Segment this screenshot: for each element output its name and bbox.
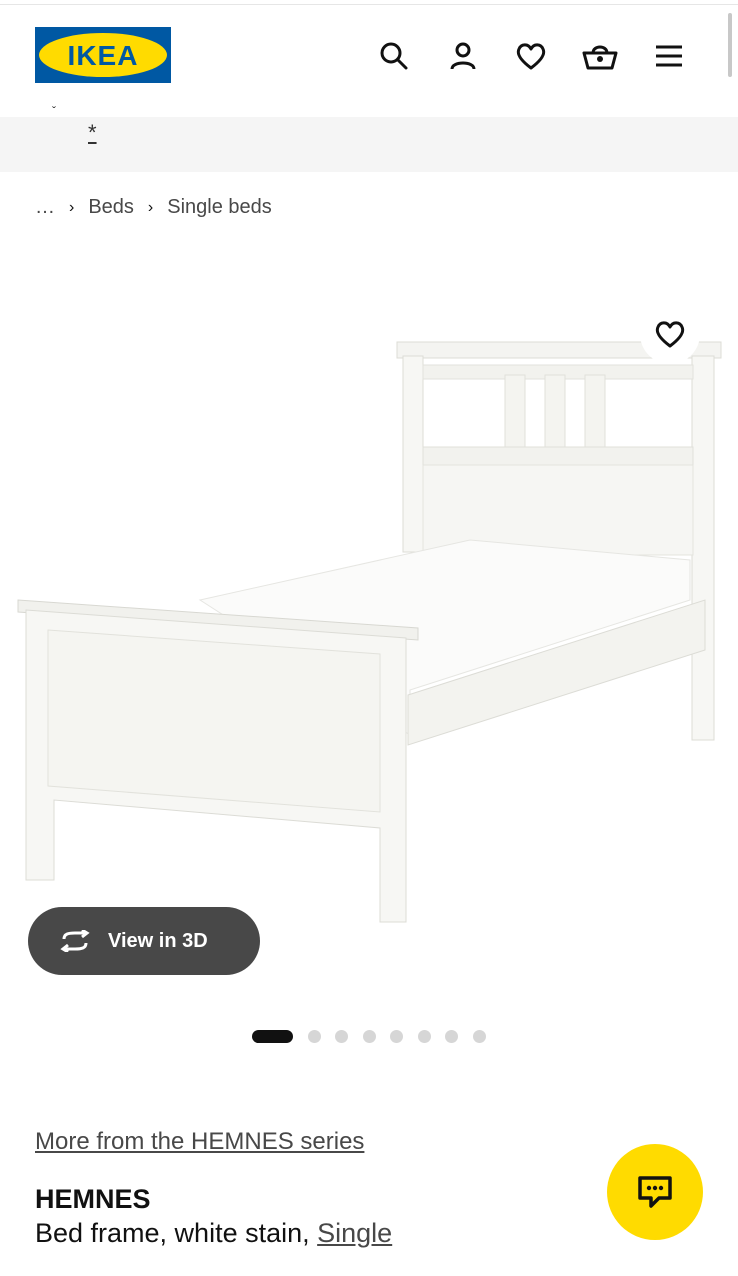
- heart-icon: [655, 321, 685, 348]
- chat-icon: [638, 1176, 672, 1208]
- product-image[interactable]: [0, 250, 738, 1010]
- rotate-3d-icon: [60, 930, 90, 952]
- heart-icon[interactable]: [513, 38, 549, 74]
- pagination-dot[interactable]: [362, 1030, 376, 1043]
- basket-icon[interactable]: [582, 38, 618, 74]
- breadcrumb-separator: ›: [69, 198, 75, 216]
- notice-banner: [0, 117, 738, 172]
- breadcrumb-beds[interactable]: Beds: [88, 196, 134, 219]
- ikea-logo[interactable]: IKEA: [35, 27, 171, 83]
- pagination-dot[interactable]: [252, 1030, 293, 1043]
- breadcrumb: … › Beds › Single beds: [35, 196, 272, 219]
- view-in-3d-button[interactable]: View in 3D: [28, 907, 260, 975]
- banner-asterisk-link[interactable]: *: [88, 120, 97, 146]
- pagination-dot[interactable]: [445, 1030, 458, 1043]
- banner-caret: ˇ: [52, 104, 56, 118]
- site-header: IKEA: [0, 5, 738, 117]
- pagination-dot[interactable]: [335, 1030, 348, 1043]
- search-icon[interactable]: [376, 38, 412, 74]
- breadcrumb-single-beds[interactable]: Single beds: [167, 196, 272, 219]
- pagination-dot[interactable]: [390, 1030, 403, 1043]
- image-pagination: [252, 1030, 500, 1043]
- scrollbar[interactable]: [728, 13, 732, 77]
- pagination-dot[interactable]: [472, 1030, 486, 1043]
- chat-button[interactable]: [607, 1144, 703, 1240]
- product-description: Bed frame, white stain, Single: [35, 1218, 392, 1249]
- menu-icon[interactable]: [651, 38, 687, 74]
- view-in-3d-label: View in 3D: [108, 929, 208, 952]
- user-icon[interactable]: [445, 38, 481, 74]
- save-to-list-button[interactable]: [640, 304, 700, 364]
- size-link[interactable]: Single: [317, 1218, 392, 1248]
- pagination-dot[interactable]: [417, 1030, 431, 1043]
- breadcrumb-separator: ›: [147, 198, 154, 216]
- product-description-text: Bed frame, white stain,: [35, 1218, 318, 1248]
- logo-text: IKEA: [68, 40, 139, 71]
- pagination-dot[interactable]: [307, 1030, 321, 1043]
- series-link[interactable]: More from the HEMNES series: [35, 1128, 364, 1156]
- product-name: HEMNES: [35, 1184, 151, 1214]
- breadcrumb-ellipsis[interactable]: …: [35, 196, 55, 219]
